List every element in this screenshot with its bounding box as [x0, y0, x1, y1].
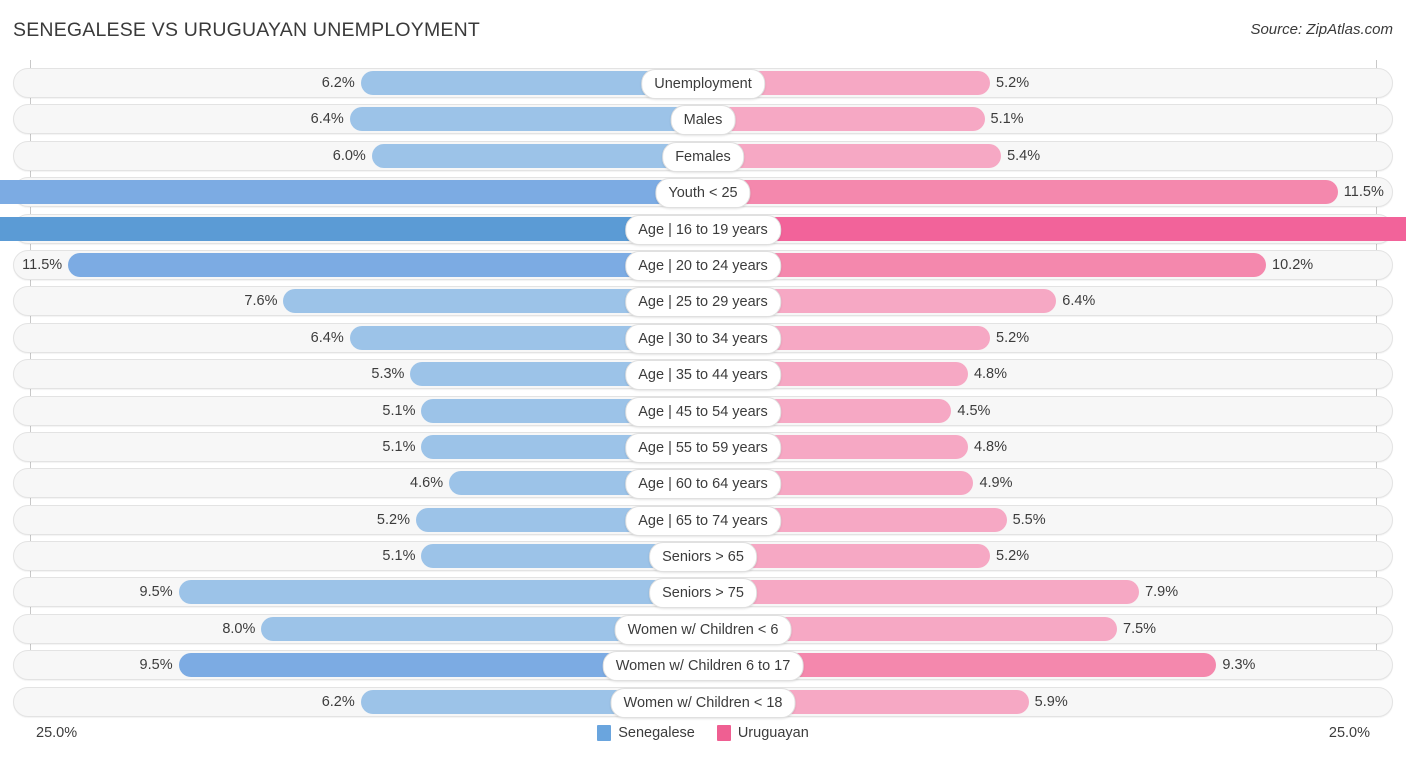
table-row[interactable]: 6.0% 5.4% Females [0, 141, 1406, 171]
table-row[interactable]: 6.4% 5.2% Age | 30 to 34 years [0, 323, 1406, 353]
row-category-label[interactable]: Age | 55 to 59 years [625, 433, 781, 463]
source-attribution: Source: ZipAtlas.com [1250, 21, 1393, 38]
bar-rows-container: 6.2% 5.2% Unemployment 6.4% 5.1% Males 6.0% 5.4… [0, 68, 1406, 723]
table-row[interactable]: 13.5%11.5%Youth < 25 [0, 177, 1406, 207]
row-category-label[interactable]: Women w/ Children 6 to 17 [603, 651, 804, 681]
value-label-uruguayan: 4.8% [968, 435, 1007, 459]
value-label-senegalese: 5.1% [382, 544, 421, 568]
table-row[interactable]: 21.0%17.5%Age | 16 to 19 years [0, 214, 1406, 244]
bar-uruguayan [703, 253, 1266, 277]
value-label-senegalese: 5.1% [382, 435, 421, 459]
row-category-label[interactable]: Seniors > 75 [649, 578, 757, 608]
table-row[interactable]: 5.1% 5.2% Seniors > 65 [0, 541, 1406, 571]
table-row[interactable]: 9.5% 9.3% Women w/ Children 6 to 17 [0, 650, 1406, 680]
value-label-uruguayan: 7.9% [1139, 580, 1178, 604]
row-category-label[interactable]: Age | 60 to 64 years [625, 469, 781, 499]
row-category-label[interactable]: Youth < 25 [655, 178, 750, 208]
legend-label: Uruguayan [738, 725, 809, 741]
table-row[interactable]: 6.2% 5.9% Women w/ Children < 18 [0, 687, 1406, 717]
value-label-uruguayan: 5.5% [1007, 508, 1046, 532]
value-label-uruguayan: 11.5% [1338, 180, 1384, 204]
value-label-uruguayan: 10.2% [1266, 253, 1313, 277]
chart-legend: Senegalese Uruguayan [0, 725, 1406, 741]
value-label-senegalese: 5.1% [382, 399, 421, 423]
value-label-uruguayan: 4.9% [973, 471, 1012, 495]
table-row[interactable]: 11.5% 10.2% Age | 20 to 24 years [0, 250, 1406, 280]
value-label-senegalese: 21.0% [683, 217, 1406, 241]
row-category-label[interactable]: Women w/ Children < 6 [615, 615, 792, 645]
table-row[interactable]: 7.6% 6.4% Age | 25 to 29 years [0, 286, 1406, 316]
value-label-uruguayan: 5.4% [1001, 144, 1040, 168]
chart-plot-area: 6.2% 5.2% Unemployment 6.4% 5.1% Males 6.0% 5.4… [0, 60, 1406, 717]
value-label-senegalese: 9.5% [140, 580, 179, 604]
table-row[interactable]: 8.0% 7.5% Women w/ Children < 6 [0, 614, 1406, 644]
bar-uruguayan [703, 107, 985, 131]
bar-senegalese [0, 180, 703, 204]
value-label-uruguayan: 4.5% [951, 399, 990, 423]
value-label-senegalese: 5.2% [377, 508, 416, 532]
row-category-label[interactable]: Age | 25 to 29 years [625, 287, 781, 317]
row-category-label[interactable]: Age | 65 to 74 years [625, 506, 781, 536]
bar-uruguayan [703, 144, 1001, 168]
table-row[interactable]: 6.4% 5.1% Males [0, 104, 1406, 134]
legend-item[interactable]: Senegalese [597, 725, 695, 741]
value-label-senegalese: 6.0% [333, 144, 372, 168]
row-category-label[interactable]: Age | 45 to 54 years [625, 397, 781, 427]
bar-senegalese [0, 217, 703, 241]
legend-swatch-icon [597, 725, 611, 741]
table-row[interactable]: 9.5% 7.9% Seniors > 75 [0, 577, 1406, 607]
row-category-label[interactable]: Women w/ Children < 18 [611, 688, 796, 718]
value-label-uruguayan: 5.9% [1029, 690, 1068, 714]
table-row[interactable]: 5.1% 4.8% Age | 55 to 59 years [0, 432, 1406, 462]
value-label-uruguayan: 5.2% [990, 544, 1029, 568]
bar-senegalese [350, 107, 703, 131]
chart-header: SENEGALESE VS URUGUAYAN UNEMPLOYMENT Sou… [0, 0, 1406, 60]
row-category-label[interactable]: Females [662, 142, 744, 172]
row-category-label[interactable]: Age | 30 to 34 years [625, 324, 781, 354]
value-label-senegalese: 8.0% [222, 617, 261, 641]
value-label-senegalese: 7.6% [244, 289, 283, 313]
value-label-senegalese: 6.2% [322, 71, 361, 95]
table-row[interactable]: 5.2% 5.5% Age | 65 to 74 years [0, 505, 1406, 535]
value-label-uruguayan: 9.3% [1216, 653, 1255, 677]
row-category-label[interactable]: Age | 35 to 44 years [625, 360, 781, 390]
row-category-label[interactable]: Seniors > 65 [649, 542, 757, 572]
value-label-senegalese: 5.3% [371, 362, 410, 386]
bar-uruguayan [703, 580, 1139, 604]
bar-senegalese [179, 580, 703, 604]
legend-swatch-icon [717, 725, 731, 741]
row-category-label[interactable]: Age | 16 to 19 years [625, 215, 781, 245]
row-category-label[interactable]: Unemployment [641, 69, 765, 99]
bar-senegalese [372, 144, 703, 168]
legend-label: Senegalese [618, 725, 695, 741]
page-title: SENEGALESE VS URUGUAYAN UNEMPLOYMENT [13, 19, 480, 42]
value-label-senegalese: 11.5% [22, 253, 68, 277]
table-row[interactable]: 5.1% 4.5% Age | 45 to 54 years [0, 396, 1406, 426]
table-row[interactable]: 4.6% 4.9% Age | 60 to 64 years [0, 468, 1406, 498]
value-label-uruguayan: 5.1% [985, 107, 1024, 131]
value-label-senegalese: 6.4% [311, 107, 350, 131]
value-label-uruguayan: 4.8% [968, 362, 1007, 386]
bar-senegalese [68, 253, 703, 277]
value-label-senegalese: 4.6% [410, 471, 449, 495]
value-label-uruguayan: 6.4% [1056, 289, 1095, 313]
legend-item[interactable]: Uruguayan [717, 725, 809, 741]
chart-footer: 25.0% 25.0% SenegaleseUruguayan [0, 717, 1406, 757]
row-category-label[interactable]: Males [671, 105, 736, 135]
value-label-uruguayan: 7.5% [1117, 617, 1156, 641]
bar-uruguayan [703, 180, 1338, 204]
table-row[interactable]: 5.3% 4.8% Age | 35 to 44 years [0, 359, 1406, 389]
value-label-uruguayan: 5.2% [990, 71, 1029, 95]
value-label-senegalese: 9.5% [140, 653, 179, 677]
value-label-senegalese: 6.2% [322, 690, 361, 714]
value-label-uruguayan: 5.2% [990, 326, 1029, 350]
table-row[interactable]: 6.2% 5.2% Unemployment [0, 68, 1406, 98]
value-label-senegalese: 6.4% [311, 326, 350, 350]
row-category-label[interactable]: Age | 20 to 24 years [625, 251, 781, 281]
